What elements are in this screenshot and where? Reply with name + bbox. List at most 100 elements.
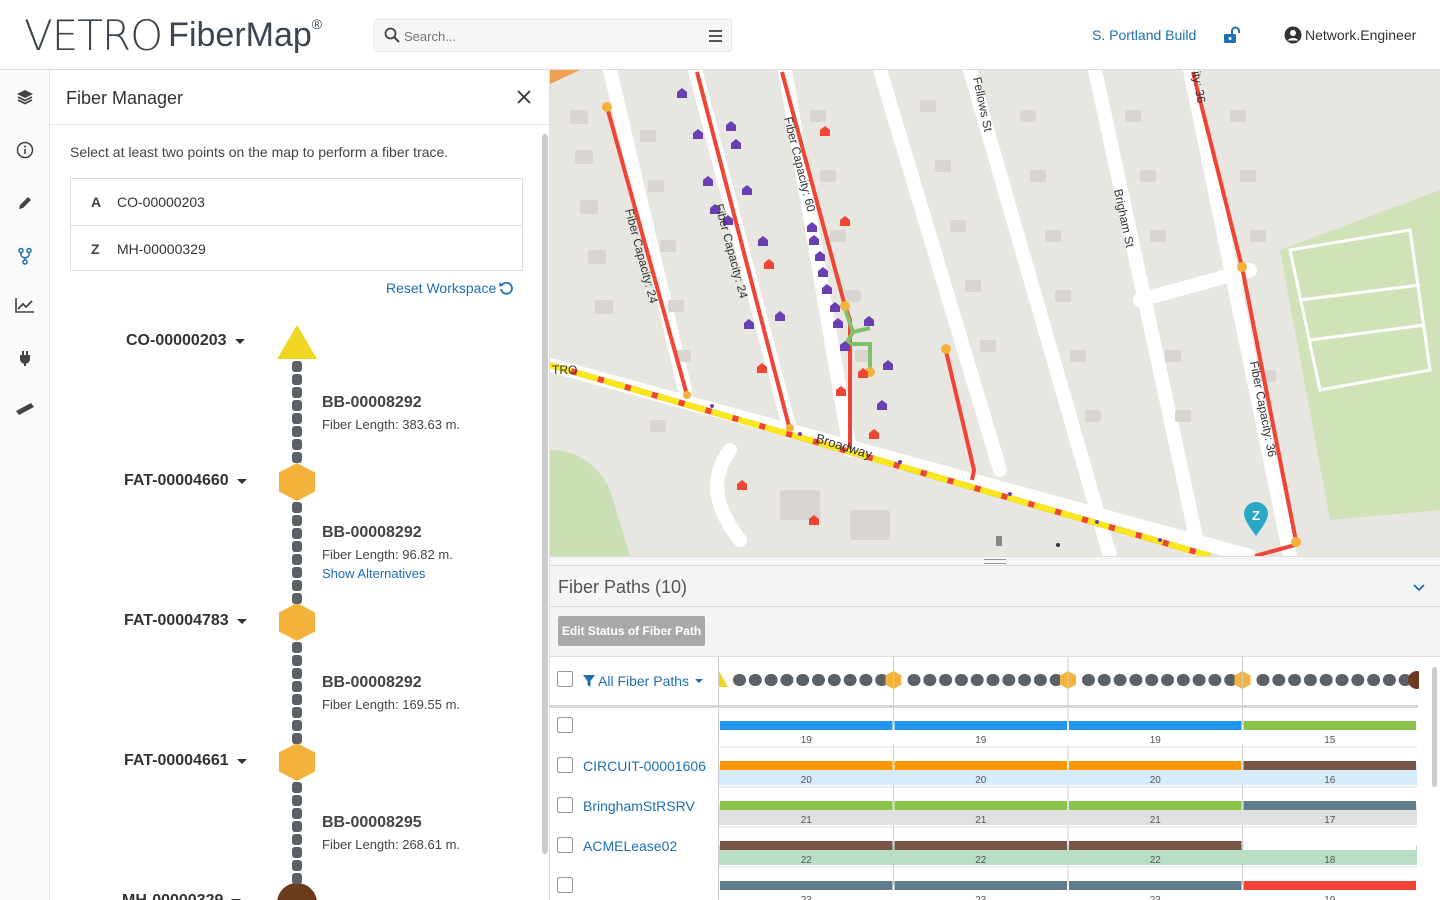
strand-number: 16 <box>1324 775 1336 786</box>
fiber-segment-chain[interactable] <box>292 642 302 746</box>
vetro-logo[interactable]: VETRO FiberMap® <box>24 10 322 60</box>
strand-number: 23 <box>801 895 813 900</box>
search-input[interactable] <box>404 27 684 45</box>
row-checkbox[interactable] <box>557 717 573 733</box>
logo-text: VETRO <box>24 10 163 60</box>
strand-bar <box>1069 761 1242 770</box>
panel-splitter[interactable] <box>550 556 1440 566</box>
segment-length: Fiber Length: 383.63 m. <box>322 417 461 432</box>
strand-bar <box>720 761 893 770</box>
strand-dot <box>1002 674 1016 686</box>
divider <box>550 606 1440 607</box>
filter-icon <box>583 675 595 687</box>
edit-status-button[interactable]: Edit Status of Fiber Path <box>558 616 705 646</box>
strand-bar <box>894 841 1067 850</box>
strand-bar <box>720 721 893 730</box>
fiber-segment-chain[interactable] <box>292 782 302 886</box>
fiber-trace-button[interactable] <box>13 244 37 268</box>
strand-bar <box>720 881 893 890</box>
strand-number: 21 <box>975 815 987 826</box>
fat-hexagon-icon[interactable] <box>278 742 316 782</box>
strand-bar <box>1069 721 1242 730</box>
map-canvas[interactable]: Z Fiber Capacity: 24 Fiber Capacity: 24 … <box>550 70 1440 556</box>
fiber-path-link[interactable]: ACMELease02 <box>583 838 677 854</box>
search-icon <box>384 27 400 43</box>
strand-bar <box>1069 881 1242 890</box>
segment-name: BB-00008292 <box>322 674 422 691</box>
power-button[interactable] <box>13 346 37 370</box>
chart-icon <box>15 298 34 313</box>
fiber-segment-chain[interactable] <box>292 361 302 465</box>
strand-number: 19 <box>1150 735 1162 746</box>
svg-text:TRO: TRO <box>552 363 577 377</box>
search-menu-icon[interactable] <box>709 30 722 42</box>
map-view[interactable]: Z Fiber Capacity: 24 Fiber Capacity: 24 … <box>550 70 1440 556</box>
strand-dot <box>970 674 984 686</box>
analytics-button[interactable] <box>13 293 37 317</box>
segment-name: BB-00008295 <box>322 814 422 831</box>
row-checkbox[interactable] <box>557 837 573 853</box>
grid-scrollbar[interactable] <box>1432 667 1437 787</box>
strand-dot <box>764 674 778 686</box>
strand-dot <box>796 674 810 686</box>
trace-node-label[interactable]: FAT-00004783 <box>124 612 247 630</box>
strand-bar <box>1243 801 1416 810</box>
strand-dot <box>1161 674 1174 686</box>
central-office-triangle-icon[interactable] <box>276 324 318 360</box>
fiber-path-link[interactable]: CIRCUIT-00001606 <box>583 758 706 774</box>
layers-button[interactable] <box>13 85 37 109</box>
row-checkbox[interactable] <box>557 877 573 893</box>
strand-bar <box>1069 801 1242 810</box>
strand-dot <box>954 674 968 686</box>
measure-button[interactable] <box>13 396 37 420</box>
fat-hexagon-icon[interactable] <box>278 602 316 642</box>
info-button[interactable] <box>13 138 37 162</box>
top-bar: VETRO FiberMap® S. Portland Build Networ… <box>0 0 1440 70</box>
strand-dot <box>1288 674 1302 686</box>
segment-name: BB-00008292 <box>322 394 422 411</box>
fiber-paths-list: All Fiber Paths CIRCUIT-00001606 Bringha… <box>550 657 719 900</box>
logo-subtext: FiberMap® <box>168 15 323 54</box>
trace-node-label[interactable]: MH-00000329 <box>122 892 242 900</box>
row-checkbox[interactable] <box>557 757 573 773</box>
strand-dot <box>843 674 857 686</box>
strand-dot <box>939 674 953 686</box>
trace-node-label[interactable]: FAT-00004660 <box>124 472 247 490</box>
strand-dot <box>1319 674 1333 686</box>
strand-bar <box>720 801 893 810</box>
central-office-triangle-icon <box>710 671 728 687</box>
trace-node-label[interactable]: FAT-00004661 <box>124 752 247 770</box>
strand-bar <box>1243 721 1416 730</box>
fiber-strand-grid: 19 19 19 15 20 20 20 16 21 21 21 17 22 22 22 18 23 23 23 19 <box>710 657 1426 900</box>
filter-dropdown[interactable]: All Fiber Paths <box>583 673 704 689</box>
unlock-icon[interactable] <box>1223 26 1241 44</box>
strand-bar <box>894 881 1067 890</box>
strand-dot <box>1303 674 1317 686</box>
splitter-grip-icon[interactable] <box>984 559 1006 564</box>
strand-number: 19 <box>801 735 813 746</box>
strand-dot <box>1382 674 1396 686</box>
search-box[interactable] <box>374 19 732 52</box>
strand-grid-canvas[interactable]: 19 19 19 15 20 20 20 16 21 21 21 17 22 22 22 18 23 23 23 19 <box>710 657 1426 900</box>
project-name[interactable]: S. Portland Build <box>1092 27 1196 43</box>
strand-dot <box>1351 674 1365 686</box>
strand-dot <box>1082 674 1095 686</box>
strand-bar <box>894 801 1067 810</box>
fiber-paths-panel: Fiber Paths (10) Edit Status of Fiber Pa… <box>550 566 1440 900</box>
strand-dot <box>1176 674 1190 686</box>
panel-scrollbar[interactable] <box>542 134 548 854</box>
fiber-segment-chain[interactable] <box>292 502 302 606</box>
trace-node-label[interactable]: CO-00000203 <box>126 332 245 350</box>
left-rail <box>0 70 50 900</box>
fiber-path-link[interactable]: BringhamStRSRV <box>583 798 695 814</box>
fat-hexagon-icon[interactable] <box>278 462 316 502</box>
strand-dot <box>1145 674 1159 686</box>
edit-button[interactable] <box>13 191 37 215</box>
select-all-checkbox[interactable] <box>557 671 573 687</box>
show-alternatives-link[interactable]: Show Alternatives <box>322 566 425 581</box>
row-checkbox[interactable] <box>557 797 573 813</box>
user-menu[interactable]: Network.Engineer <box>1284 26 1416 44</box>
strand-dot <box>1018 674 1032 686</box>
strand-dot <box>1335 674 1349 686</box>
chevron-down-icon[interactable] <box>1412 581 1426 595</box>
